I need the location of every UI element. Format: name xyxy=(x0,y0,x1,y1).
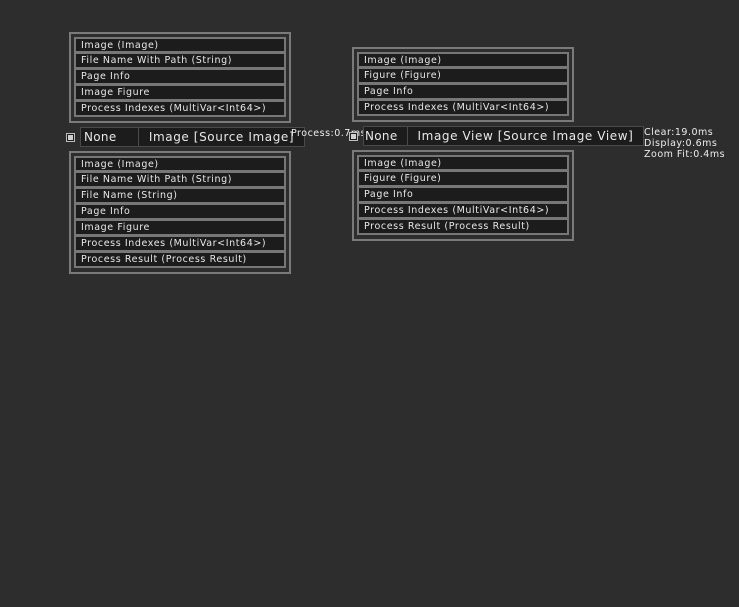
output-port[interactable]: Process Result (Process Result) xyxy=(357,219,569,235)
output-port[interactable]: File Name (String) xyxy=(74,188,286,204)
output-ports-panel: Image (Image) File Name With Path (Strin… xyxy=(69,151,291,274)
input-port[interactable]: Image Figure xyxy=(74,85,286,101)
output-port[interactable]: File Name With Path (String) xyxy=(74,172,286,188)
node-header[interactable]: None Image [Source Image] xyxy=(66,127,305,147)
node-none-label: None xyxy=(363,126,408,146)
input-port[interactable]: Figure (Figure) xyxy=(357,68,569,84)
clear-timing: Clear:19.0ms xyxy=(644,127,714,138)
node-title[interactable]: Image View [Source Image View] xyxy=(408,126,644,146)
node-enable-checkbox[interactable] xyxy=(66,132,75,142)
output-port[interactable]: Figure (Figure) xyxy=(357,171,569,187)
output-port[interactable]: Image (Image) xyxy=(357,155,569,171)
input-ports-panel: Image (Image) File Name With Path (Strin… xyxy=(69,32,291,123)
output-port[interactable]: Page Info xyxy=(74,204,286,220)
output-port[interactable]: Process Indexes (MultiVar<Int64>) xyxy=(357,203,569,219)
output-port[interactable]: Image (Image) xyxy=(74,156,286,172)
input-ports-panel: Image (Image) Figure (Figure) Page Info … xyxy=(352,47,574,122)
output-port[interactable]: Page Info xyxy=(357,187,569,203)
input-port[interactable]: Process Indexes (MultiVar<Int64>) xyxy=(74,101,286,117)
input-port[interactable]: Page Info xyxy=(74,69,286,85)
input-port[interactable]: Image (Image) xyxy=(357,52,569,68)
node-header[interactable]: None Image View [Source Image View] xyxy=(349,126,644,146)
output-port[interactable]: Image Figure xyxy=(74,220,286,236)
output-port[interactable]: Process Indexes (MultiVar<Int64>) xyxy=(74,236,286,252)
input-port[interactable]: Image (Image) xyxy=(74,37,286,53)
output-port[interactable]: Process Result (Process Result) xyxy=(74,252,286,268)
input-port[interactable]: Page Info xyxy=(357,84,569,100)
zoom-fit-timing: Zoom Fit:0.4ms xyxy=(644,149,726,160)
node-enable-checkbox[interactable] xyxy=(349,131,358,141)
node-none-label: None xyxy=(80,127,139,147)
input-port[interactable]: Process Indexes (MultiVar<Int64>) xyxy=(357,100,569,116)
input-port[interactable]: File Name With Path (String) xyxy=(74,53,286,69)
display-timing: Display:0.6ms xyxy=(644,138,718,149)
node-title[interactable]: Image [Source Image] xyxy=(139,127,305,147)
output-ports-panel: Image (Image) Figure (Figure) Page Info … xyxy=(352,150,574,241)
